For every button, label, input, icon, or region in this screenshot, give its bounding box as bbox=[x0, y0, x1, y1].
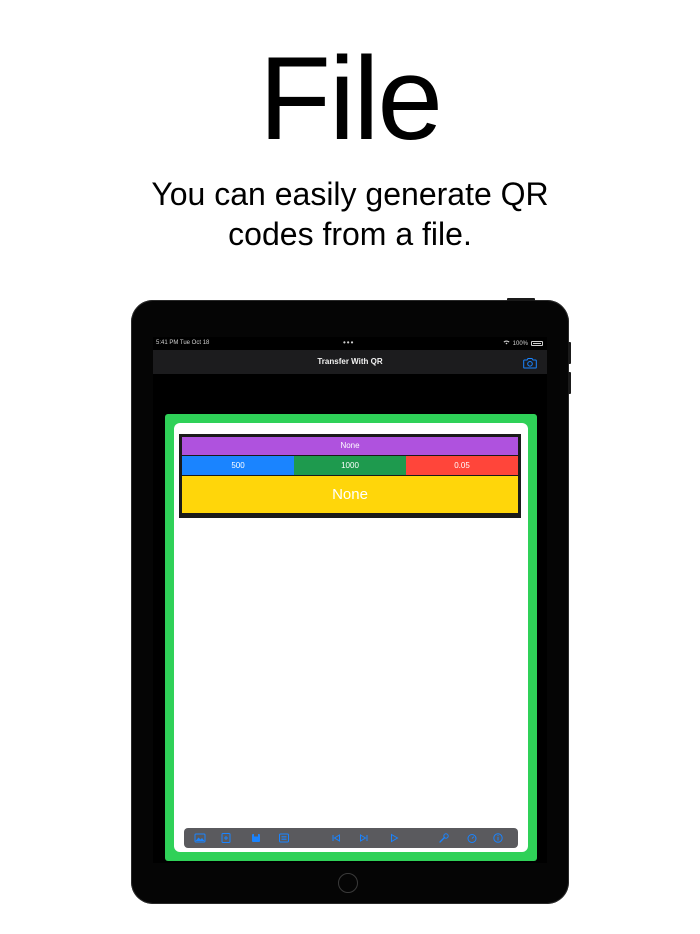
list-icon[interactable] bbox=[278, 832, 290, 844]
save-icon[interactable] bbox=[250, 832, 262, 844]
param-error-rate[interactable]: 0.05 bbox=[406, 456, 518, 475]
promo-headline: File bbox=[258, 33, 443, 165]
play-icon[interactable] bbox=[388, 832, 400, 844]
nav-bar: Transfer With QR bbox=[153, 350, 547, 374]
status-time: 5:41 PM Tue Oct 18 bbox=[156, 340, 210, 346]
skip-back-icon[interactable] bbox=[330, 832, 342, 844]
file-name-label[interactable]: None bbox=[182, 437, 518, 455]
promo-page: File You can easily generate QR codes fr… bbox=[0, 0, 700, 934]
status-right: 100% bbox=[503, 340, 543, 347]
bottom-toolbar bbox=[184, 828, 518, 848]
multitasking-dots[interactable]: ••• bbox=[343, 338, 354, 347]
transfer-info-panel: None 500 1000 0.05 None bbox=[179, 434, 521, 518]
promo-subline-line-2: codes from a file. bbox=[228, 216, 472, 252]
params-row: 500 1000 0.05 bbox=[182, 456, 518, 475]
image-icon[interactable] bbox=[194, 832, 206, 844]
add-file-icon[interactable] bbox=[220, 832, 232, 844]
status-label: None bbox=[182, 476, 518, 513]
nav-title: Transfer With QR bbox=[317, 357, 383, 366]
battery-percent: 100% bbox=[512, 340, 528, 347]
skip-forward-icon[interactable] bbox=[358, 832, 370, 844]
status-bar: 5:41 PM Tue Oct 18 ••• 100% bbox=[153, 337, 547, 349]
volume-up-button bbox=[568, 342, 571, 364]
volume-down-button bbox=[568, 372, 571, 394]
wifi-icon bbox=[503, 340, 510, 347]
promo-subline: You can easily generate QR codes from a … bbox=[0, 174, 700, 254]
promo-subline-line-1: You can easily generate QR bbox=[151, 176, 549, 212]
device-screen: 5:41 PM Tue Oct 18 ••• 100% Transfer Wit… bbox=[153, 337, 547, 863]
param-interval[interactable]: 1000 bbox=[294, 456, 406, 475]
battery-icon bbox=[531, 341, 543, 346]
power-button bbox=[507, 298, 535, 301]
info-icon[interactable] bbox=[492, 832, 504, 844]
timer-icon[interactable] bbox=[466, 832, 478, 844]
home-button[interactable] bbox=[338, 873, 358, 893]
qr-frame: None 500 1000 0.05 None bbox=[165, 414, 537, 861]
ipad-device: 5:41 PM Tue Oct 18 ••• 100% Transfer Wit… bbox=[131, 298, 571, 904]
qr-display-area: None 500 1000 0.05 None bbox=[174, 423, 528, 852]
param-chunk-size[interactable]: 500 bbox=[182, 456, 294, 475]
camera-icon[interactable] bbox=[523, 356, 537, 369]
wrench-icon[interactable] bbox=[438, 832, 450, 844]
